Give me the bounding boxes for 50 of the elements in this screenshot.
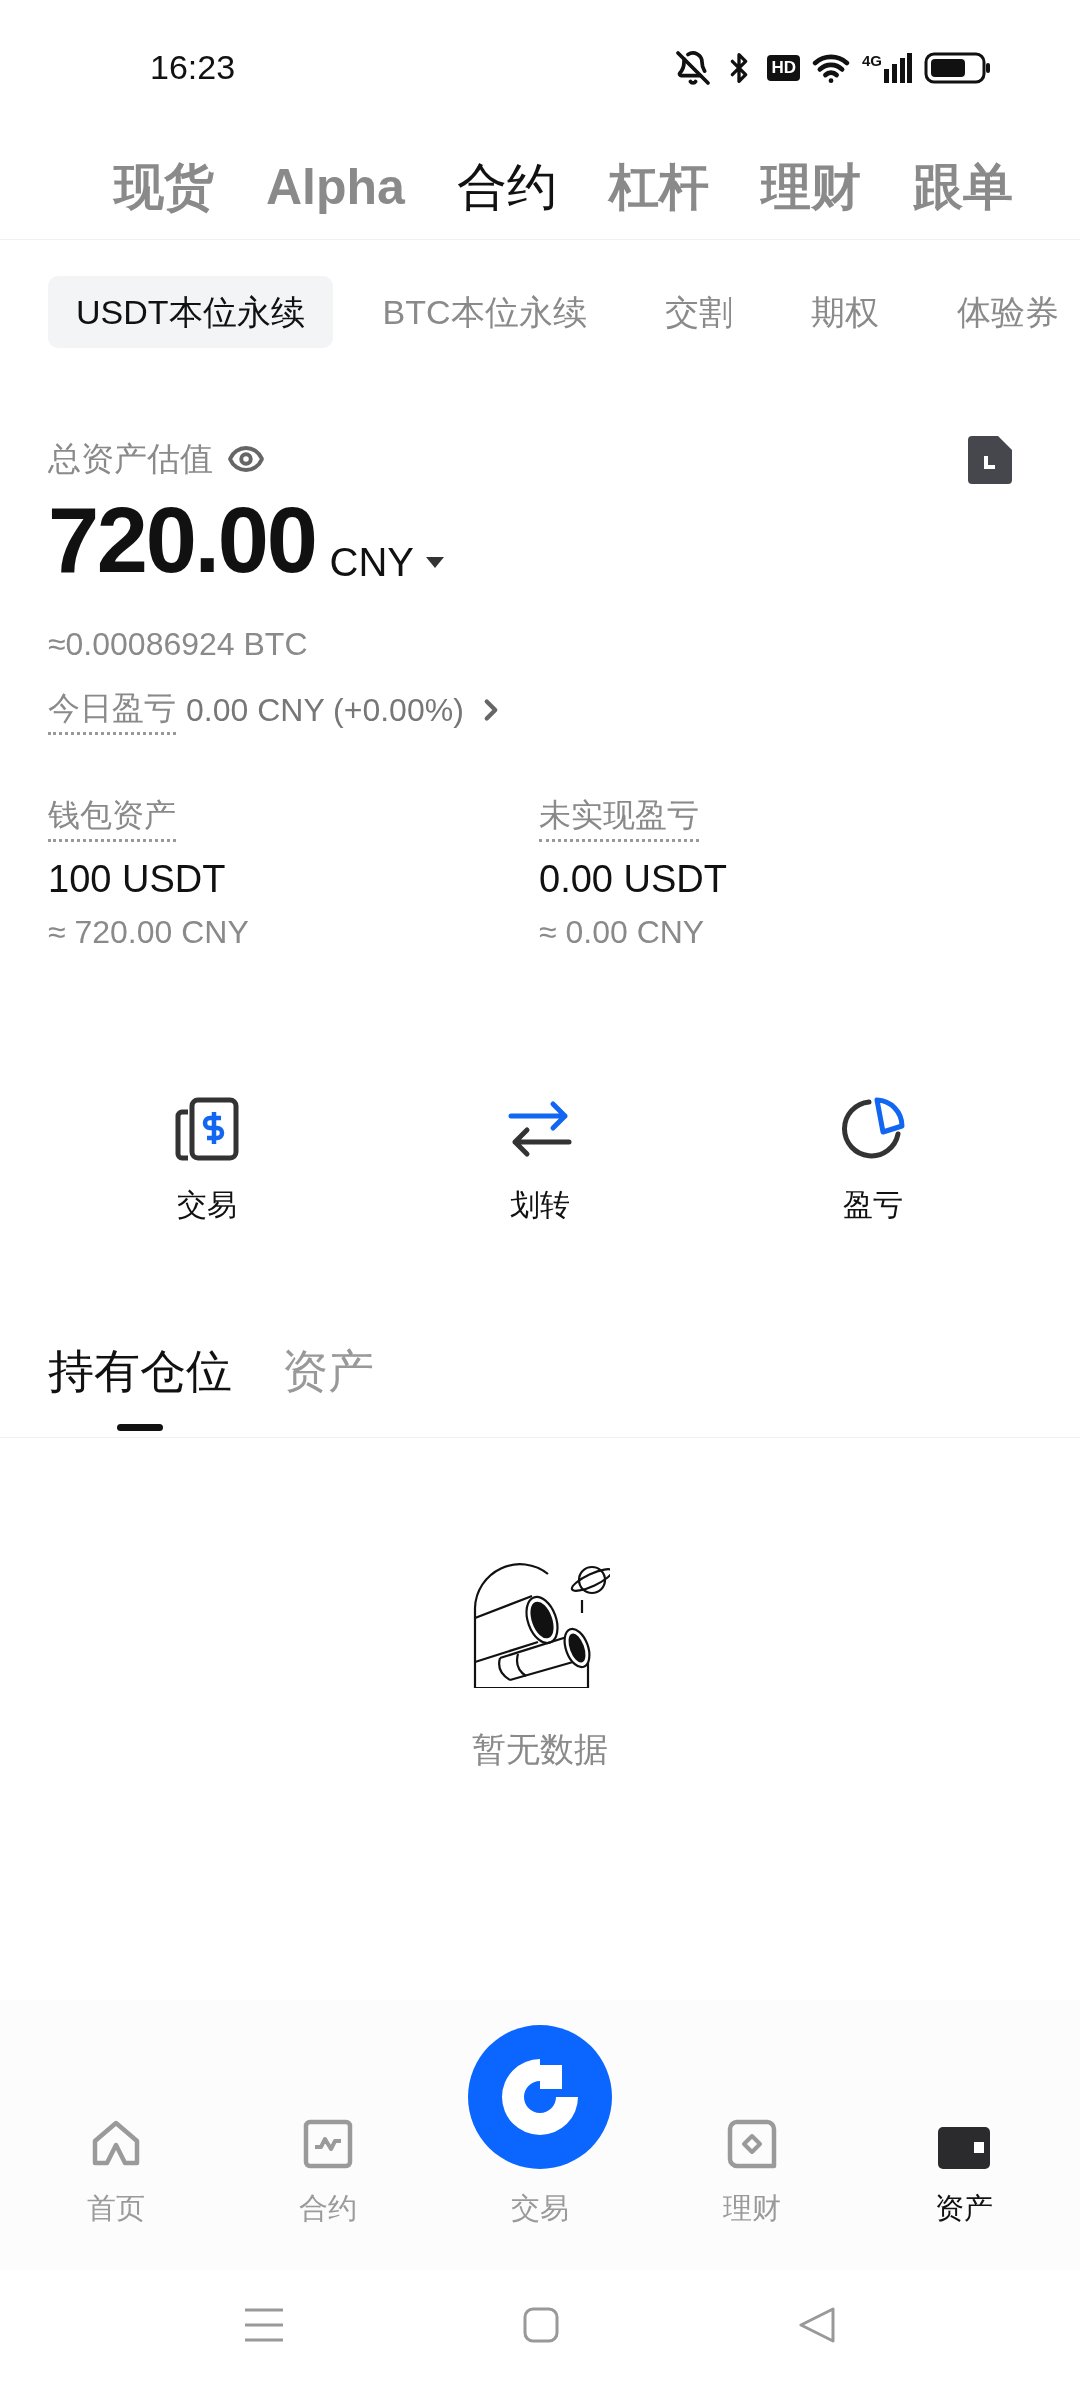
sub-tab[interactable]: 期权 [782, 276, 907, 348]
status-time: 16:23 [150, 47, 236, 88]
network-type: 4G [862, 52, 882, 68]
balance-label[interactable]: 未实现盈亏 [539, 791, 699, 842]
dollar-card-icon [173, 1095, 240, 1162]
balance-value: 100 USDT [48, 857, 226, 902]
today-pnl-label[interactable]: 今日盈亏 [48, 684, 176, 735]
today-pnl-value: 0.00 CNY (+0.00%) [186, 690, 464, 730]
balance-approx: ≈ 720.00 CNY [48, 912, 249, 952]
top-tab[interactable]: 理财 [760, 162, 861, 212]
battery-icon [924, 51, 990, 84]
sub-tab[interactable]: BTC本位永续 [354, 276, 615, 348]
nav-tab[interactable]: 首页 [10, 2118, 222, 2230]
top-tab[interactable]: 合约 [456, 162, 557, 212]
back-icon[interactable] [799, 2307, 835, 2343]
bell-off-icon [675, 49, 712, 86]
menu-icon[interactable] [245, 2308, 283, 2342]
top-tab[interactable]: 现货 [114, 162, 214, 212]
nav-tab[interactable]: 合约 [222, 2118, 434, 2230]
diamond-card-icon [727, 2118, 777, 2169]
balance-label[interactable]: 钱包资产 [48, 791, 176, 842]
sub-tab[interactable]: 体验券 [928, 276, 1080, 348]
caret-icon [426, 556, 445, 568]
top-tab[interactable]: 杠杆 [608, 162, 709, 212]
section-tab[interactable]: 资产 [282, 1336, 374, 1437]
action-button[interactable]: 划转 [507, 1095, 573, 1227]
chart-card-icon [303, 2118, 353, 2169]
btc-equivalent: ≈0.00086924 BTC [48, 625, 309, 664]
empty-message: 暂无数据 [472, 1728, 608, 1770]
logo-icon [468, 2024, 612, 2169]
wallet-icon [938, 2126, 990, 2169]
hd-badge: HD [767, 54, 800, 81]
currency-selector[interactable]: CNY [329, 542, 445, 582]
action-button[interactable]: 交易 [173, 1095, 240, 1227]
sub-tab[interactable]: 交割 [636, 276, 761, 348]
nav-tab[interactable]: 资产 [858, 2126, 1070, 2230]
signal-icon [884, 52, 912, 83]
sub-tab[interactable]: USDT本位永续 [48, 276, 333, 348]
balance-value: 0.00 USDT [539, 857, 727, 902]
total-value: 720.00 [48, 494, 316, 586]
balance-approx: ≈ 0.00 CNY [539, 912, 705, 952]
home-square-icon[interactable] [523, 2307, 559, 2343]
nav-tab[interactable]: 交易 [434, 2024, 646, 2230]
action-button[interactable]: 盈亏 [840, 1095, 907, 1227]
section-tab[interactable]: 持有仓位 [48, 1336, 232, 1437]
total-label: 总资产估值 [48, 439, 213, 479]
nav-tab[interactable]: 理财 [646, 2118, 858, 2230]
document-clock-icon[interactable] [968, 436, 1012, 484]
top-tab[interactable]: 跟单 [912, 162, 1013, 212]
top-tab[interactable]: Alpha [266, 162, 405, 212]
